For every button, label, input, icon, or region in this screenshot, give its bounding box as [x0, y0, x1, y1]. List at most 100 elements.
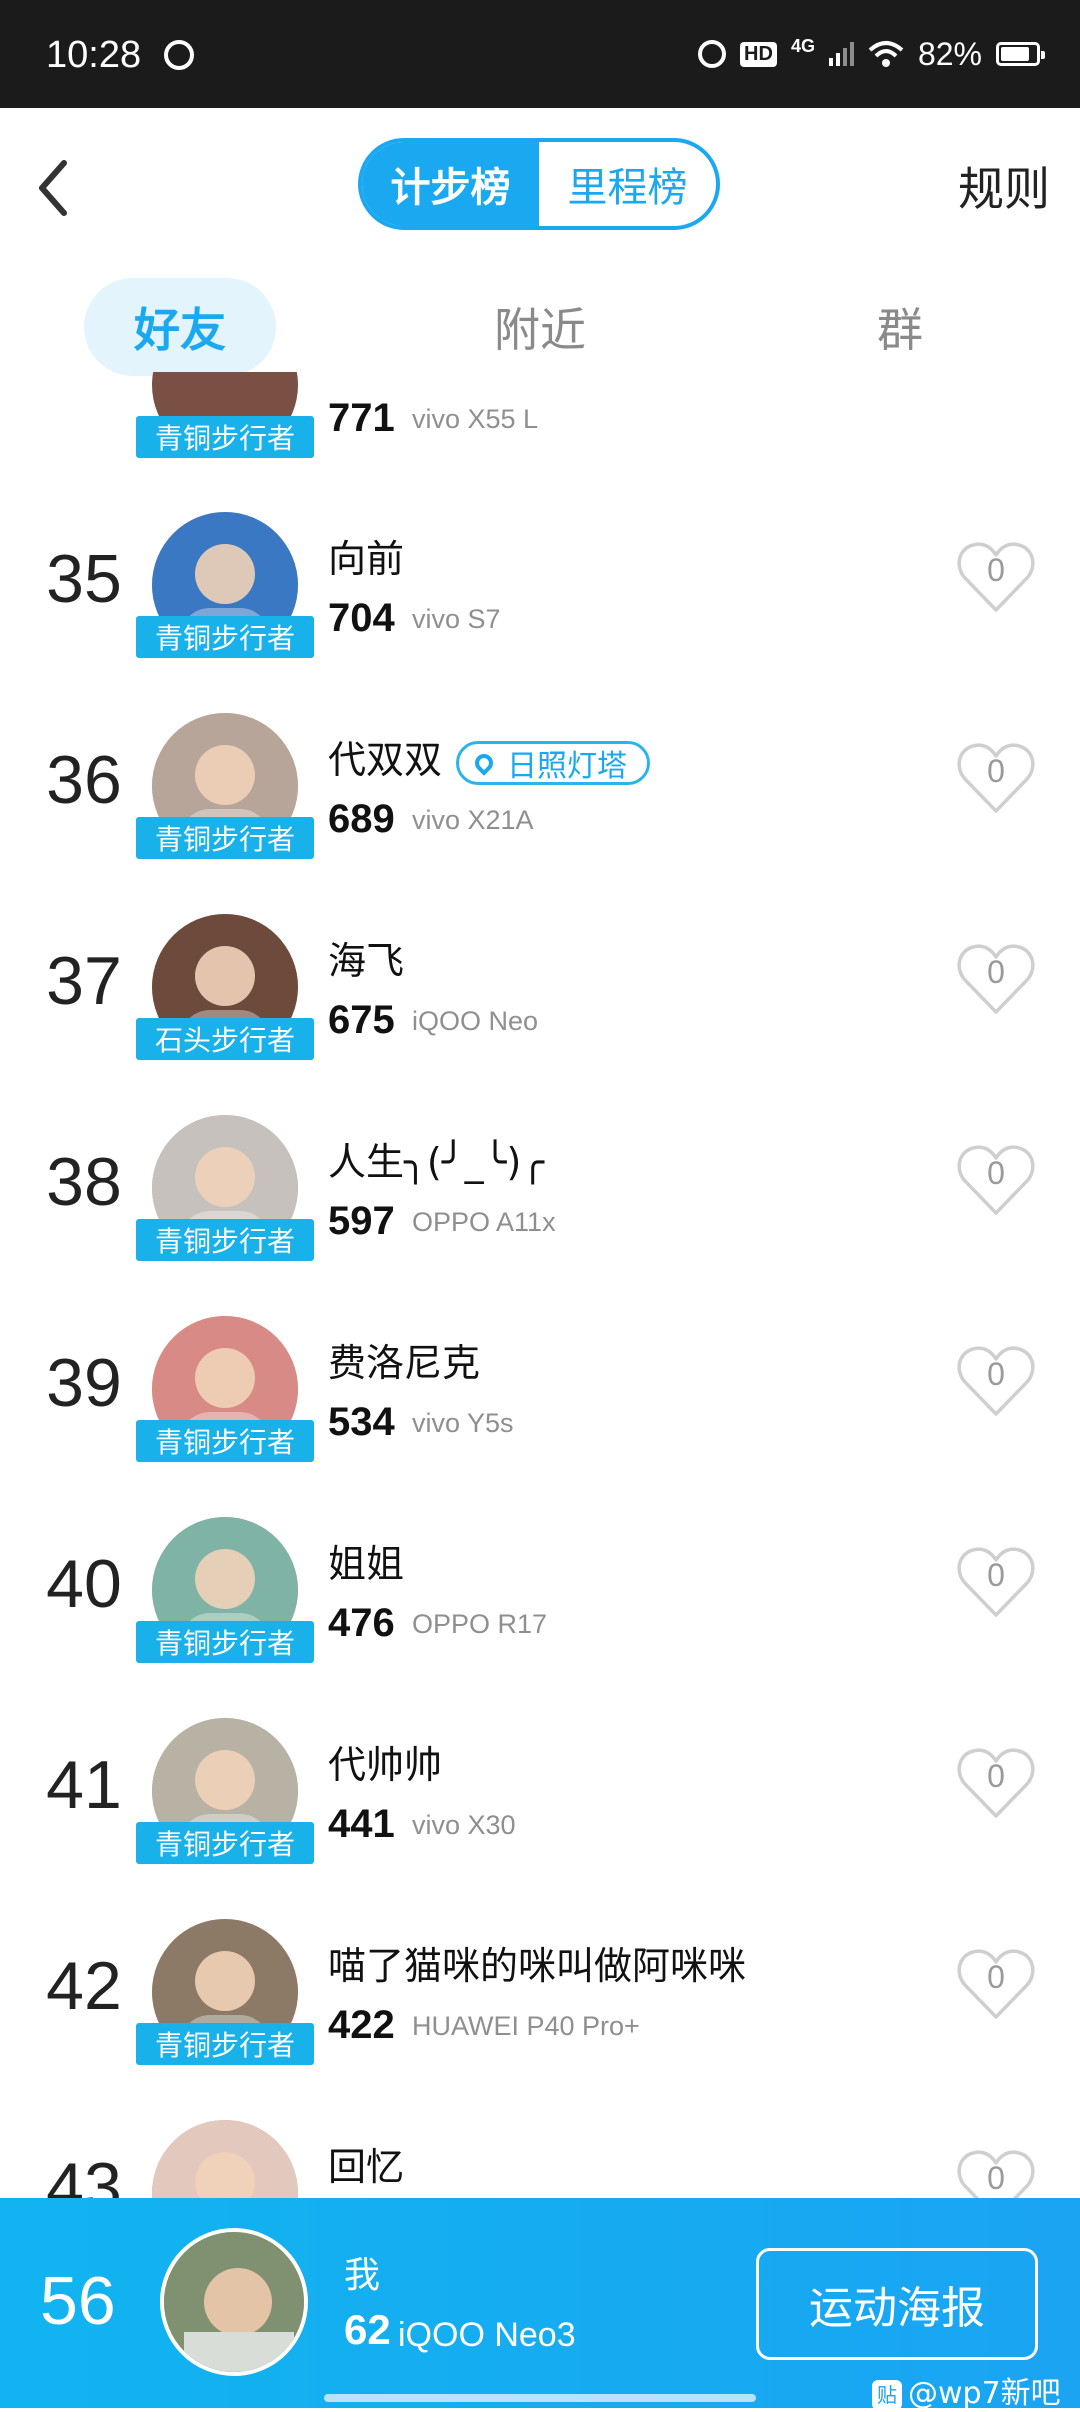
my-step-count: 62: [344, 2306, 391, 2353]
device-name: OPPO R17: [412, 1609, 548, 1639]
device-name: HUAWEI P40 Pro+: [412, 2011, 640, 2041]
level-badge: 青铜步行者: [136, 1219, 314, 1261]
ranking-row[interactable]: 39 青铜步行者 费洛尼克 534 vivo Y5s 0: [0, 1292, 1080, 1492]
my-name: 我: [344, 2255, 381, 2296]
tab-nearby[interactable]: 附近: [440, 278, 640, 376]
tieba-icon: 贴: [872, 2379, 902, 2410]
level-badge: 青铜步行者: [136, 2023, 314, 2065]
rank-number: 43: [46, 2149, 122, 2198]
tab-step-ranking[interactable]: 计步榜: [362, 142, 539, 226]
avatar[interactable]: [152, 2120, 298, 2198]
step-count: 422: [328, 2003, 395, 2047]
network-type: 4G: [790, 35, 815, 56]
tab-mileage-ranking[interactable]: 里程榜: [539, 142, 716, 226]
ranking-row[interactable]: 40 青铜步行者 姐姐 476 OPPO R17 0: [0, 1493, 1080, 1693]
my-avatar-image: [164, 2232, 304, 2372]
ranking-row-partial[interactable]: 青铜步行者 771 vivo X55 L: [0, 372, 1080, 488]
like-count: 0: [987, 1557, 1005, 1593]
step-count: 597: [328, 1199, 395, 1243]
watermark: 贴 @wp7新吧: [872, 2368, 1061, 2412]
rank-number: 40: [46, 1546, 122, 1622]
device-name: vivo X21A: [412, 805, 534, 835]
rank-number: 37: [46, 943, 122, 1019]
user-name[interactable]: 代双双 日照灯塔: [328, 729, 651, 785]
ranking-row[interactable]: 35 青铜步行者 向前 704 vivo S7 0: [0, 488, 1080, 688]
like-count: 0: [987, 1356, 1005, 1392]
like-count: 0: [987, 552, 1005, 588]
user-name[interactable]: 回忆: [328, 2136, 404, 2191]
back-arrow-icon[interactable]: [26, 153, 86, 223]
ranking-row[interactable]: 41 青铜步行者 代帅帅 441 vivo X30 0: [0, 1694, 1080, 1894]
level-badge: 青铜步行者: [136, 817, 314, 859]
step-count: 675: [328, 998, 395, 1042]
like-count: 0: [987, 1155, 1005, 1191]
ranking-list[interactable]: 青铜步行者 771 vivo X55 L 35 青铜步行者 向前 704 vivo S7…: [0, 372, 1080, 2198]
user-name[interactable]: 海飞: [328, 930, 404, 985]
level-badge: 青铜步行者: [136, 616, 314, 658]
device-name: vivo X30: [412, 1810, 516, 1840]
my-avatar[interactable]: [160, 2228, 308, 2376]
like-count: 0: [987, 1959, 1005, 1995]
ranking-row[interactable]: 42 青铜步行者 喵了猫咪的咪叫做阿咪咪 422 HUAWEI P40 Pro+ 0: [0, 1895, 1080, 2095]
tab-group[interactable]: 群: [800, 278, 1000, 376]
like-count: 0: [987, 2160, 1005, 2196]
app-notification-icon: [164, 40, 194, 70]
signal-icon: [828, 42, 854, 66]
like-count: 0: [987, 954, 1005, 990]
ranking-row[interactable]: 43青铜步行者回忆390华为畅享9 Plus0: [0, 2096, 1080, 2198]
alarm-icon: [698, 40, 727, 68]
ranking-row[interactable]: 38 青铜步行者 人生╮(╯_╰)╭ 597 OPPO A11x 0: [0, 1091, 1080, 1291]
home-indicator[interactable]: [324, 2394, 756, 2402]
step-count: 704: [328, 596, 395, 640]
user-name[interactable]: 喵了猫咪的咪叫做阿咪咪: [328, 1935, 746, 1990]
rank-number: 36: [46, 742, 122, 818]
step-count: 534: [328, 1400, 395, 1444]
ranking-type-toggle: 计步榜 里程榜: [358, 138, 720, 230]
status-time: 10:28: [46, 34, 142, 76]
rank-number: 38: [46, 1144, 122, 1220]
location-pin-icon: [471, 749, 497, 776]
rank-number: 35: [46, 541, 122, 617]
avatar-image: [152, 2120, 298, 2198]
user-name[interactable]: 向前: [328, 528, 404, 583]
ranking-row[interactable]: 37 石头步行者 海飞 675 iQOO Neo 0: [0, 890, 1080, 1090]
rules-link[interactable]: 规则: [958, 153, 1050, 219]
top-bar: 计步榜 里程榜 规则: [0, 108, 1080, 258]
level-badge: 青铜步行者: [136, 416, 314, 458]
my-device-name: iQOO Neo3: [398, 2316, 576, 2354]
battery-percent: 82%: [917, 35, 982, 72]
tab-friends[interactable]: 好友: [84, 278, 276, 376]
level-badge: 青铜步行者: [136, 1822, 314, 1864]
rank-number: 41: [46, 1747, 122, 1823]
rank-number: 42: [46, 1948, 122, 2024]
my-rank: 56: [40, 2263, 116, 2339]
rank-number: 39: [46, 1345, 122, 1421]
filter-tabs: 好友 附近 群: [0, 270, 1080, 380]
hd-icon: HD: [740, 41, 777, 67]
status-bar: 10:28 HD 4G 82%: [0, 0, 1080, 108]
device-name: vivo X55 L: [412, 404, 539, 434]
user-name[interactable]: 姐姐: [328, 1533, 404, 1588]
step-count: 476: [328, 1601, 395, 1645]
like-count: 0: [987, 753, 1005, 789]
step-count: 441: [328, 1802, 395, 1846]
step-count: 689: [328, 797, 395, 841]
wifi-icon: [868, 41, 904, 67]
step-count: 771: [328, 396, 395, 440]
device-name: vivo S7: [412, 604, 501, 634]
like-count: 0: [987, 1758, 1005, 1794]
my-ranking-bar: 56 我 62 iQOO Neo3 运动海报 贴 @wp7新吧: [0, 2198, 1080, 2411]
user-name[interactable]: 费洛尼克: [328, 1332, 480, 1387]
battery-icon: [996, 42, 1045, 66]
level-badge: 青铜步行者: [136, 1420, 314, 1462]
ranking-row[interactable]: 36 青铜步行者 代双双 日照灯塔 689 vivo X21A 0: [0, 689, 1080, 889]
location-tag[interactable]: 日照灯塔: [456, 740, 651, 785]
user-name[interactable]: 代帅帅: [328, 1734, 442, 1789]
user-name[interactable]: 人生╮(╯_╰)╭: [328, 1131, 544, 1186]
sports-poster-button[interactable]: 运动海报: [756, 2248, 1038, 2360]
device-name: vivo Y5s: [412, 1408, 514, 1438]
device-name: iQOO Neo: [412, 1006, 539, 1036]
level-badge: 石头步行者: [136, 1018, 314, 1060]
device-name: OPPO A11x: [412, 1207, 556, 1237]
level-badge: 青铜步行者: [136, 1621, 314, 1663]
